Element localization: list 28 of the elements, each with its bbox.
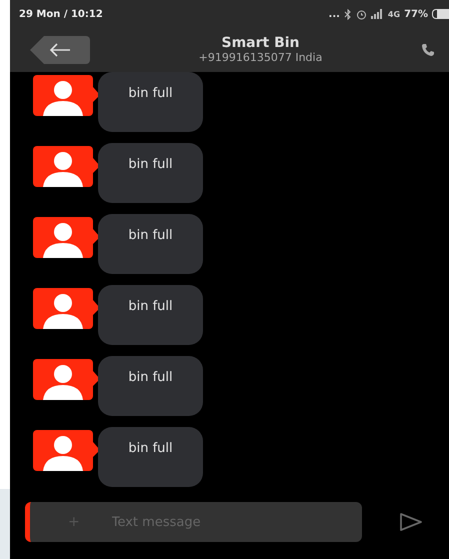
avatar-icon xyxy=(33,288,100,329)
page-background xyxy=(0,489,10,559)
battery-icon xyxy=(432,9,449,19)
message-text: bin full xyxy=(128,86,173,101)
avatar-icon xyxy=(33,430,100,471)
attach-button[interactable]: + xyxy=(68,514,80,530)
contact-name: Smart Bin xyxy=(221,35,300,51)
contact-number: +919916135077 India xyxy=(198,51,322,65)
status-time: 29 Mon / 10:12 xyxy=(19,8,103,20)
status-dots: ... xyxy=(328,8,340,20)
back-arrow-icon xyxy=(49,43,71,57)
network-type: 4G xyxy=(388,10,400,18)
back-button[interactable] xyxy=(30,36,90,64)
avatar-icon xyxy=(33,75,100,116)
alarm-icon xyxy=(356,8,367,20)
signal-icon xyxy=(370,9,384,19)
message-text: bin full xyxy=(128,441,173,456)
avatar-icon xyxy=(33,146,100,187)
avatar-icon xyxy=(33,359,100,400)
message-text: bin full xyxy=(128,157,173,172)
message-text: bin full xyxy=(128,299,173,314)
send-icon[interactable] xyxy=(399,512,423,532)
message-text: bin full xyxy=(128,228,173,243)
message-text: bin full xyxy=(128,370,173,385)
avatar-icon xyxy=(33,217,100,258)
battery-percent: 77% xyxy=(404,8,428,20)
phone-icon[interactable] xyxy=(421,43,435,57)
bluetooth-icon xyxy=(344,8,352,20)
